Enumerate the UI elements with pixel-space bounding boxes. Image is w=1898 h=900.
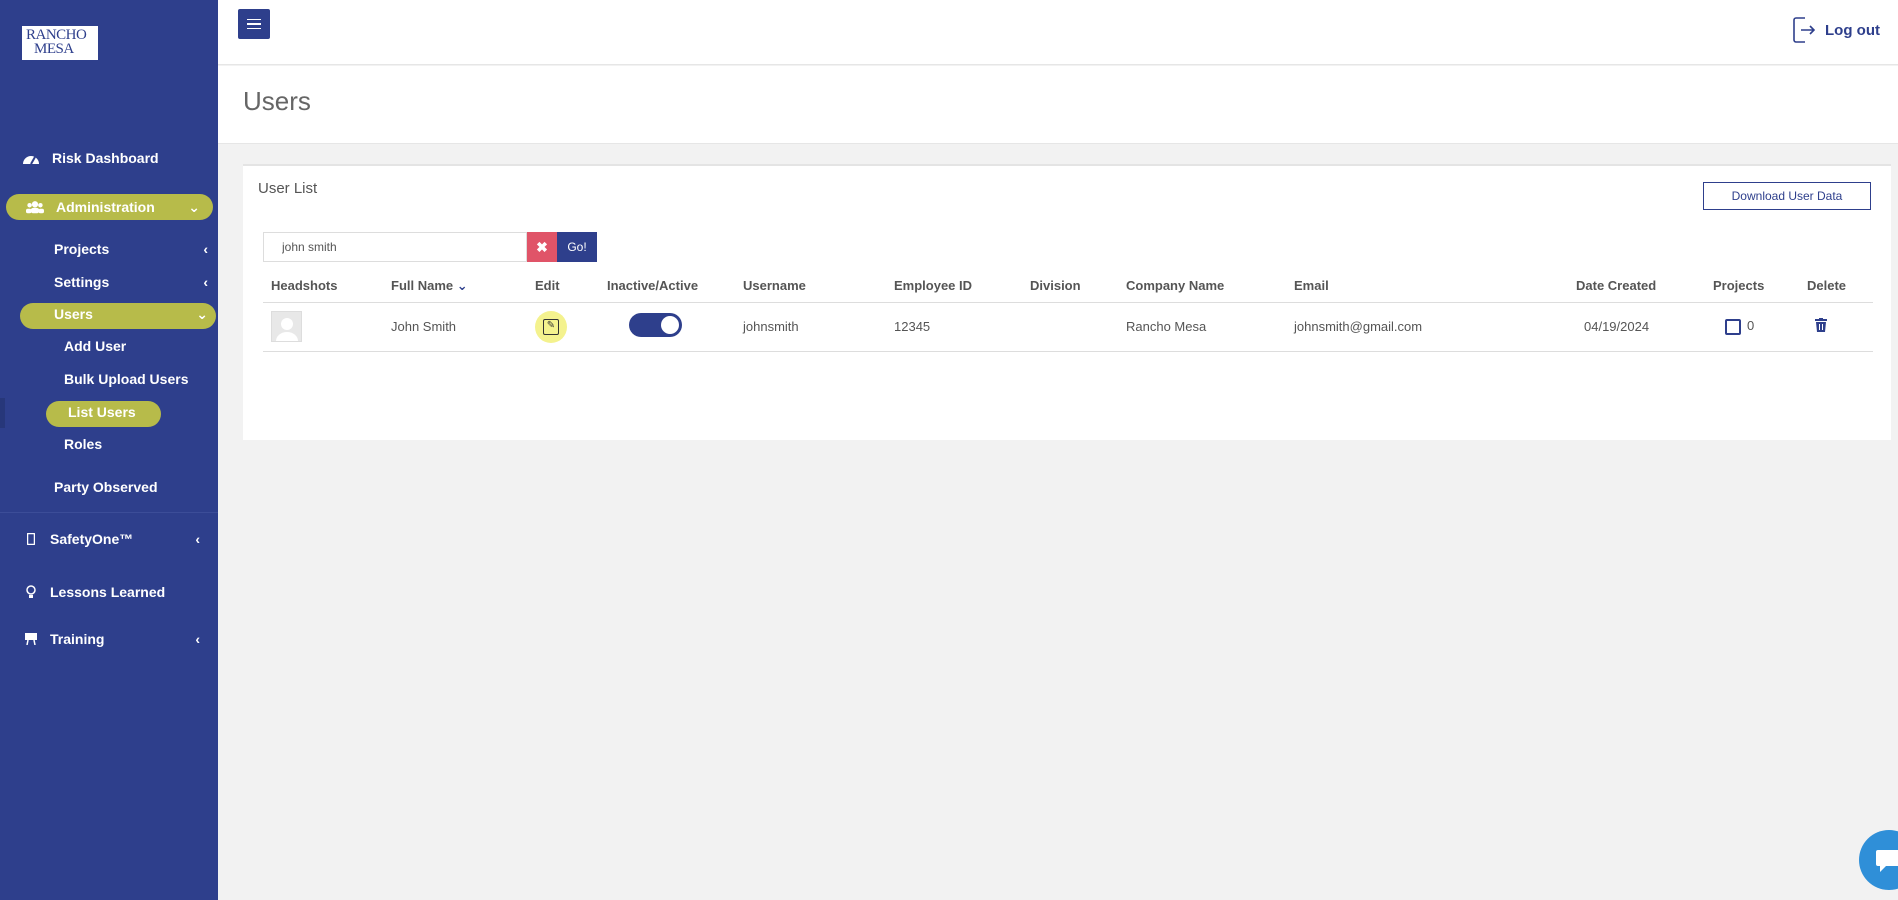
table-row: John Smith ✎ johnsmith 12345 Rancho Mesa… xyxy=(263,302,1873,352)
logo-line-2: MESA xyxy=(34,41,74,57)
page-header: Users xyxy=(218,66,1898,144)
sidebar-item-label: SafetyOne™ xyxy=(50,531,134,547)
trash-icon xyxy=(1815,318,1827,332)
chevron-down-icon: ⌄ xyxy=(196,306,208,322)
logout-icon xyxy=(1793,17,1816,43)
division-cell xyxy=(1022,302,1118,352)
sidebar-item-party-observed[interactable]: Party Observed xyxy=(54,479,158,495)
sidebar-item-label: List Users xyxy=(68,404,136,420)
company-name-cell: Rancho Mesa xyxy=(1118,302,1286,352)
users-table: Headshots Full Name ⌄ Edit Inactive/Acti… xyxy=(263,270,1873,352)
user-list-card: User List Download User Data ✖ Go! Heads… xyxy=(243,164,1891,440)
mobile-icon xyxy=(22,530,40,548)
download-user-data-button[interactable]: Download User Data xyxy=(1703,182,1871,210)
page-title: Users xyxy=(243,86,311,116)
chat-bubble-icon xyxy=(1876,850,1898,872)
col-employee-id: Employee ID xyxy=(886,270,1022,303)
delete-user-button[interactable] xyxy=(1815,318,1827,335)
sidebar: RANCHO MESA Risk Dashboard Administratio… xyxy=(0,0,218,900)
search-input[interactable] xyxy=(263,232,527,262)
employee-id-cell: 12345 xyxy=(886,302,1022,352)
dashboard-icon xyxy=(22,149,40,167)
users-group-icon xyxy=(26,198,44,216)
col-full-name[interactable]: Full Name ⌄ xyxy=(383,270,527,303)
active-toggle[interactable] xyxy=(629,313,682,337)
col-company-name: Company Name xyxy=(1118,270,1286,303)
sidebar-item-label: Add User xyxy=(64,338,127,354)
sidebar-item-bulk-upload-users[interactable]: Bulk Upload Users xyxy=(64,371,188,387)
rancho-mesa-logo[interactable]: RANCHO MESA xyxy=(22,26,98,60)
sidebar-item-training[interactable]: Training ‹ xyxy=(0,628,218,650)
col-projects: Projects xyxy=(1705,270,1799,303)
sidebar-item-label: Training xyxy=(50,631,105,647)
sidebar-item-label: Settings xyxy=(54,274,110,290)
chevron-left-icon: ‹ xyxy=(195,531,200,547)
chevron-left-icon: ‹ xyxy=(195,631,200,647)
col-delete: Delete xyxy=(1799,270,1873,303)
col-date-created: Date Created xyxy=(1568,270,1705,303)
sidebar-item-add-user[interactable]: Add User xyxy=(64,338,126,354)
search-bar: ✖ Go! xyxy=(263,232,597,262)
sidebar-item-label: Risk Dashboard xyxy=(52,150,159,166)
sidebar-item-label: Party Observed xyxy=(54,479,158,495)
email-cell: johnsmith@gmail.com xyxy=(1286,302,1568,352)
hamburger-menu-button[interactable] xyxy=(238,9,270,39)
sidebar-item-administration[interactable]: Administration ⌄ xyxy=(0,195,218,219)
chevron-left-icon: ‹ xyxy=(203,241,208,257)
chat-widget-button[interactable] xyxy=(1859,830,1898,890)
chevron-down-icon: ⌄ xyxy=(188,198,200,215)
sort-desc-icon: ⌄ xyxy=(456,277,468,293)
col-email: Email xyxy=(1286,270,1568,303)
top-bar: Log out xyxy=(218,0,1898,65)
edit-icon: ✎ xyxy=(543,318,559,335)
edit-user-button[interactable]: ✎ xyxy=(535,310,567,343)
avatar xyxy=(271,311,302,342)
sidebar-item-label: Bulk Upload Users xyxy=(64,371,189,387)
col-label: Full Name xyxy=(391,277,454,293)
easel-icon xyxy=(22,630,40,648)
logout-button[interactable]: Log out xyxy=(1793,17,1880,43)
col-headshots: Headshots xyxy=(263,270,383,303)
username-cell: johnsmith xyxy=(735,302,886,352)
sidebar-item-safetyone[interactable]: SafetyOne™ ‹ xyxy=(0,528,218,550)
go-button[interactable]: Go! xyxy=(557,232,597,262)
logo-line-1: RANCHO xyxy=(26,27,87,43)
logout-label: Log out xyxy=(1825,21,1880,39)
col-division: Division xyxy=(1022,270,1118,303)
edit-projects-icon[interactable] xyxy=(1725,318,1741,335)
sidebar-item-lessons-learned[interactable]: Lessons Learned xyxy=(0,581,218,603)
col-username: Username xyxy=(735,270,886,303)
col-inactive-active: Inactive/Active xyxy=(599,270,735,303)
chevron-left-icon: ‹ xyxy=(203,274,208,290)
col-edit: Edit xyxy=(527,270,599,303)
sidebar-item-label: Users xyxy=(54,306,93,322)
projects-count: 0 xyxy=(1747,318,1755,334)
date-created-cell: 04/19/2024 xyxy=(1568,302,1705,352)
sidebar-item-list-users[interactable]: List Users xyxy=(68,404,136,420)
sidebar-item-users[interactable]: Users ⌄ xyxy=(54,306,218,326)
sidebar-item-settings[interactable]: Settings ‹ xyxy=(54,274,218,294)
sidebar-item-projects[interactable]: Projects ‹ xyxy=(54,241,218,261)
sidebar-item-label: Roles xyxy=(64,436,103,452)
clear-search-button[interactable]: ✖ xyxy=(527,232,557,262)
sidebar-item-risk-dashboard[interactable]: Risk Dashboard xyxy=(0,147,218,169)
lightbulb-icon xyxy=(22,583,40,601)
full-name-cell: John Smith xyxy=(383,302,527,352)
sidebar-item-label: Administration xyxy=(56,199,155,215)
sidebar-item-label: Projects xyxy=(54,241,110,257)
sidebar-item-roles[interactable]: Roles xyxy=(64,436,102,452)
card-title: User List xyxy=(258,180,318,197)
sidebar-item-label: Lessons Learned xyxy=(50,584,166,600)
